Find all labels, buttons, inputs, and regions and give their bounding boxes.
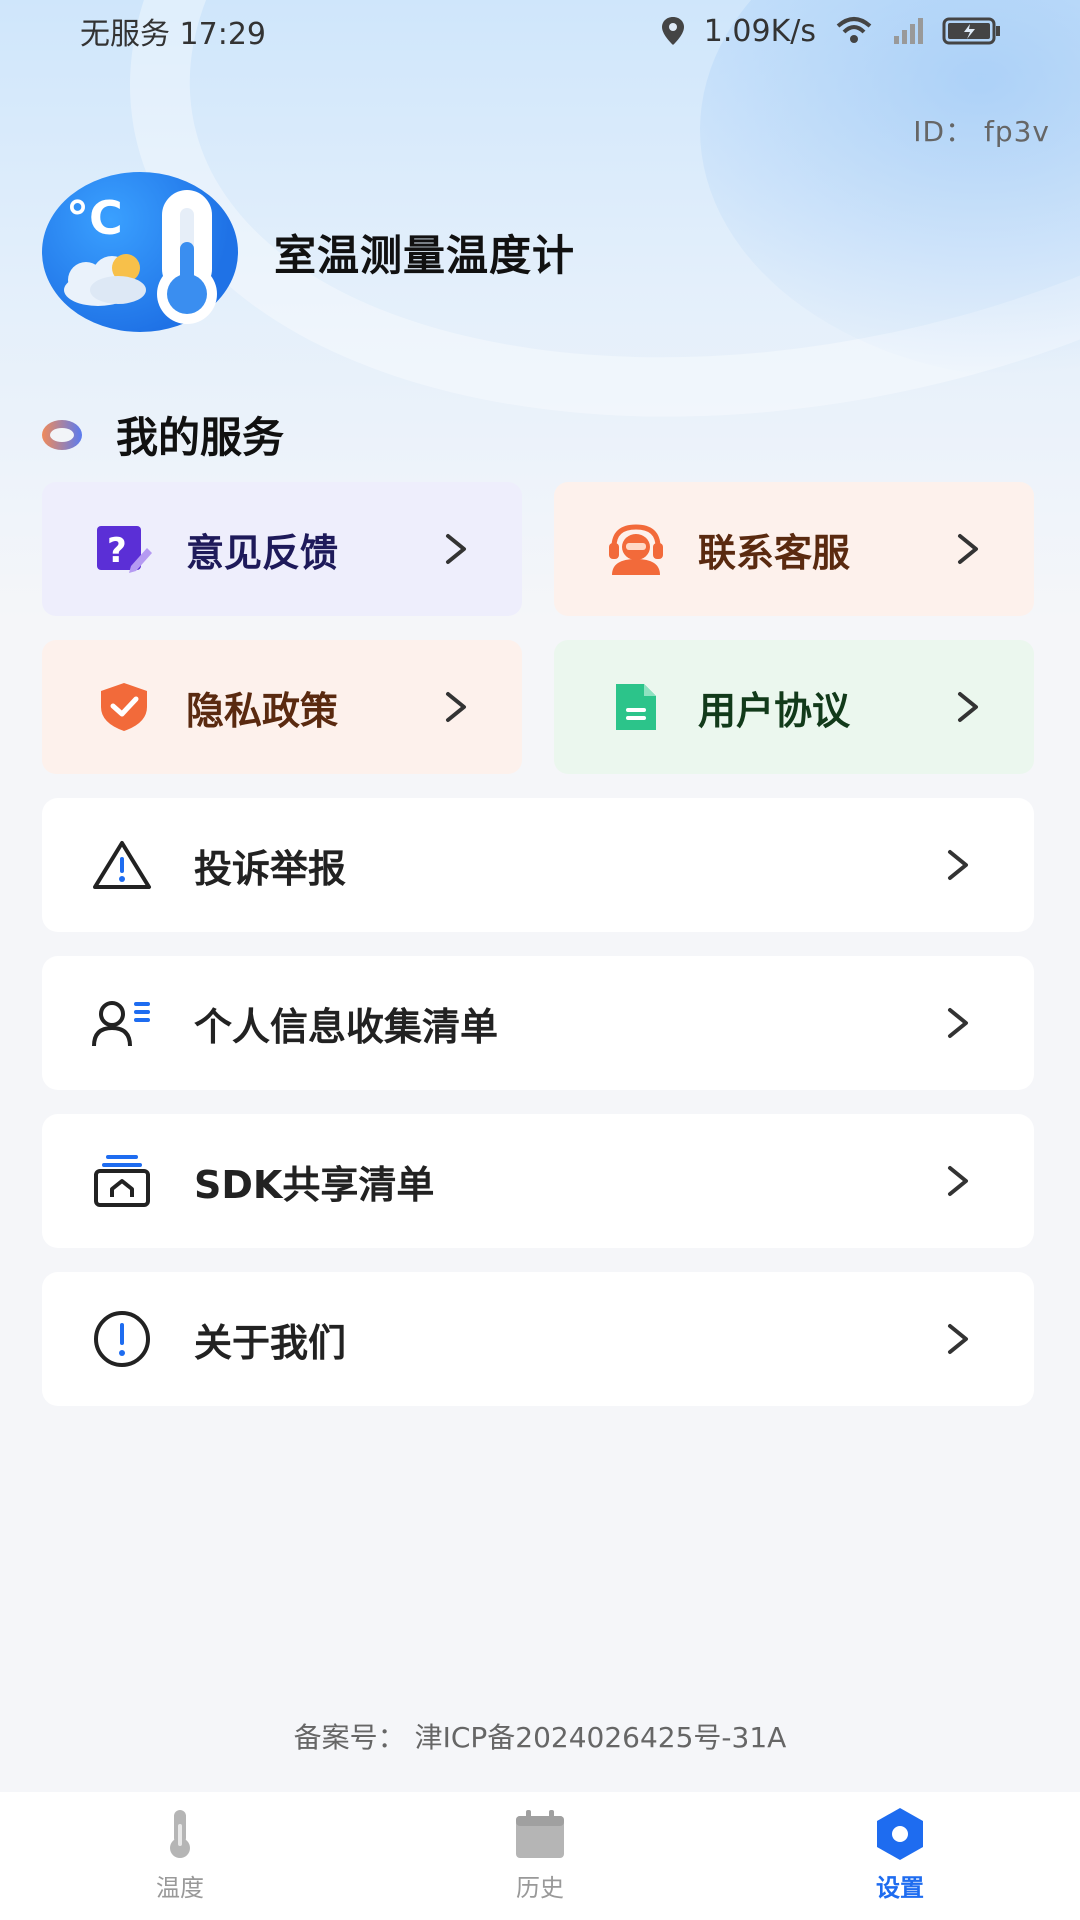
shield-icon	[94, 677, 154, 737]
settings-icon	[877, 1808, 923, 1860]
thermometer-icon	[170, 1810, 190, 1858]
feedback-icon: ?	[94, 519, 154, 579]
bottom-tab-bar: 温度 历史 设置	[0, 1792, 1080, 1920]
personal-info-icon	[90, 991, 154, 1055]
battery-icon	[942, 17, 1000, 45]
privacy-policy-card[interactable]: 隐私政策	[42, 640, 522, 774]
network-speed-text: 1.09K/s	[703, 13, 816, 49]
user-agreement-label: 用户协议	[698, 688, 851, 733]
section-title: 我的服务	[116, 413, 285, 462]
svg-text:°C: °C	[66, 191, 123, 245]
privacy-policy-label: 隐私政策	[186, 688, 339, 733]
chevron-right-icon	[446, 692, 466, 722]
tab-temperature[interactable]: 温度	[0, 1792, 360, 1920]
personal-info-list-label: 个人信息收集清单	[194, 1004, 499, 1049]
tab-history[interactable]: 历史	[360, 1792, 720, 1920]
customer-service-card[interactable]: 联系客服	[554, 482, 1034, 616]
status-bar: 无服务 17:29 1.09K/s	[0, 0, 1080, 62]
location-icon	[661, 17, 684, 45]
app-header: °C 室温测量温度计	[42, 172, 575, 332]
tab-history-label: 历史	[516, 1874, 564, 1902]
chevron-right-icon	[948, 1324, 968, 1354]
signal-icon	[894, 18, 923, 44]
about-us-row[interactable]: 关于我们	[42, 1272, 1034, 1406]
chevron-right-icon	[446, 534, 466, 564]
icp-record-text: 备案号： 津ICP备2024026425号-31A	[293, 1721, 787, 1754]
section-bullet-icon	[42, 420, 82, 450]
sdk-share-list-row[interactable]: SDK共享清单	[42, 1114, 1034, 1248]
sdk-share-list-label: SDK共享清单	[194, 1162, 435, 1207]
settings-list: 投诉举报 个人信息收集清单 SDK共享清单 关于我们	[42, 798, 1034, 1430]
feedback-label: 意见反馈	[186, 530, 339, 575]
tab-settings-label: 设置	[876, 1874, 924, 1902]
personal-info-list-row[interactable]: 个人信息收集清单	[42, 956, 1034, 1090]
chevron-right-icon	[948, 1008, 968, 1038]
calendar-icon	[516, 1810, 564, 1858]
tab-temperature-label: 温度	[156, 1874, 204, 1902]
wifi-icon	[836, 17, 872, 43]
document-icon	[606, 677, 666, 737]
customer-service-label: 联系客服	[698, 530, 851, 575]
tab-settings[interactable]: 设置	[720, 1792, 1080, 1920]
complaint-report-row[interactable]: 投诉举报	[42, 798, 1034, 932]
carrier-text: 无服务	[80, 17, 170, 52]
customer-service-icon	[606, 519, 666, 579]
warning-icon	[90, 833, 154, 897]
service-grid: ? 意见反馈 联系客服 隐私政策 用户协议	[42, 482, 1034, 774]
info-icon	[90, 1307, 154, 1371]
chevron-right-icon	[958, 692, 978, 722]
thermometer-logo-icon: °C	[64, 190, 217, 324]
status-left: 无服务 17:29	[80, 9, 266, 53]
status-right: 1.09K/s	[660, 14, 1002, 49]
feedback-card[interactable]: ? 意见反馈	[42, 482, 522, 616]
section-header: 我的服务	[42, 404, 284, 465]
app-logo: °C	[42, 172, 238, 332]
sdk-share-icon	[90, 1149, 154, 1213]
complaint-report-label: 投诉举报	[194, 846, 347, 891]
svg-text:?: ?	[107, 531, 127, 571]
chevron-right-icon	[958, 534, 978, 564]
chevron-right-icon	[948, 1166, 968, 1196]
user-id: ID： fp3v	[913, 115, 1050, 148]
app-title: 室温测量温度计	[274, 230, 576, 280]
chevron-right-icon	[948, 850, 968, 880]
user-agreement-card[interactable]: 用户协议	[554, 640, 1034, 774]
clock-text: 17:29	[179, 17, 267, 52]
about-us-label: 关于我们	[194, 1320, 347, 1365]
